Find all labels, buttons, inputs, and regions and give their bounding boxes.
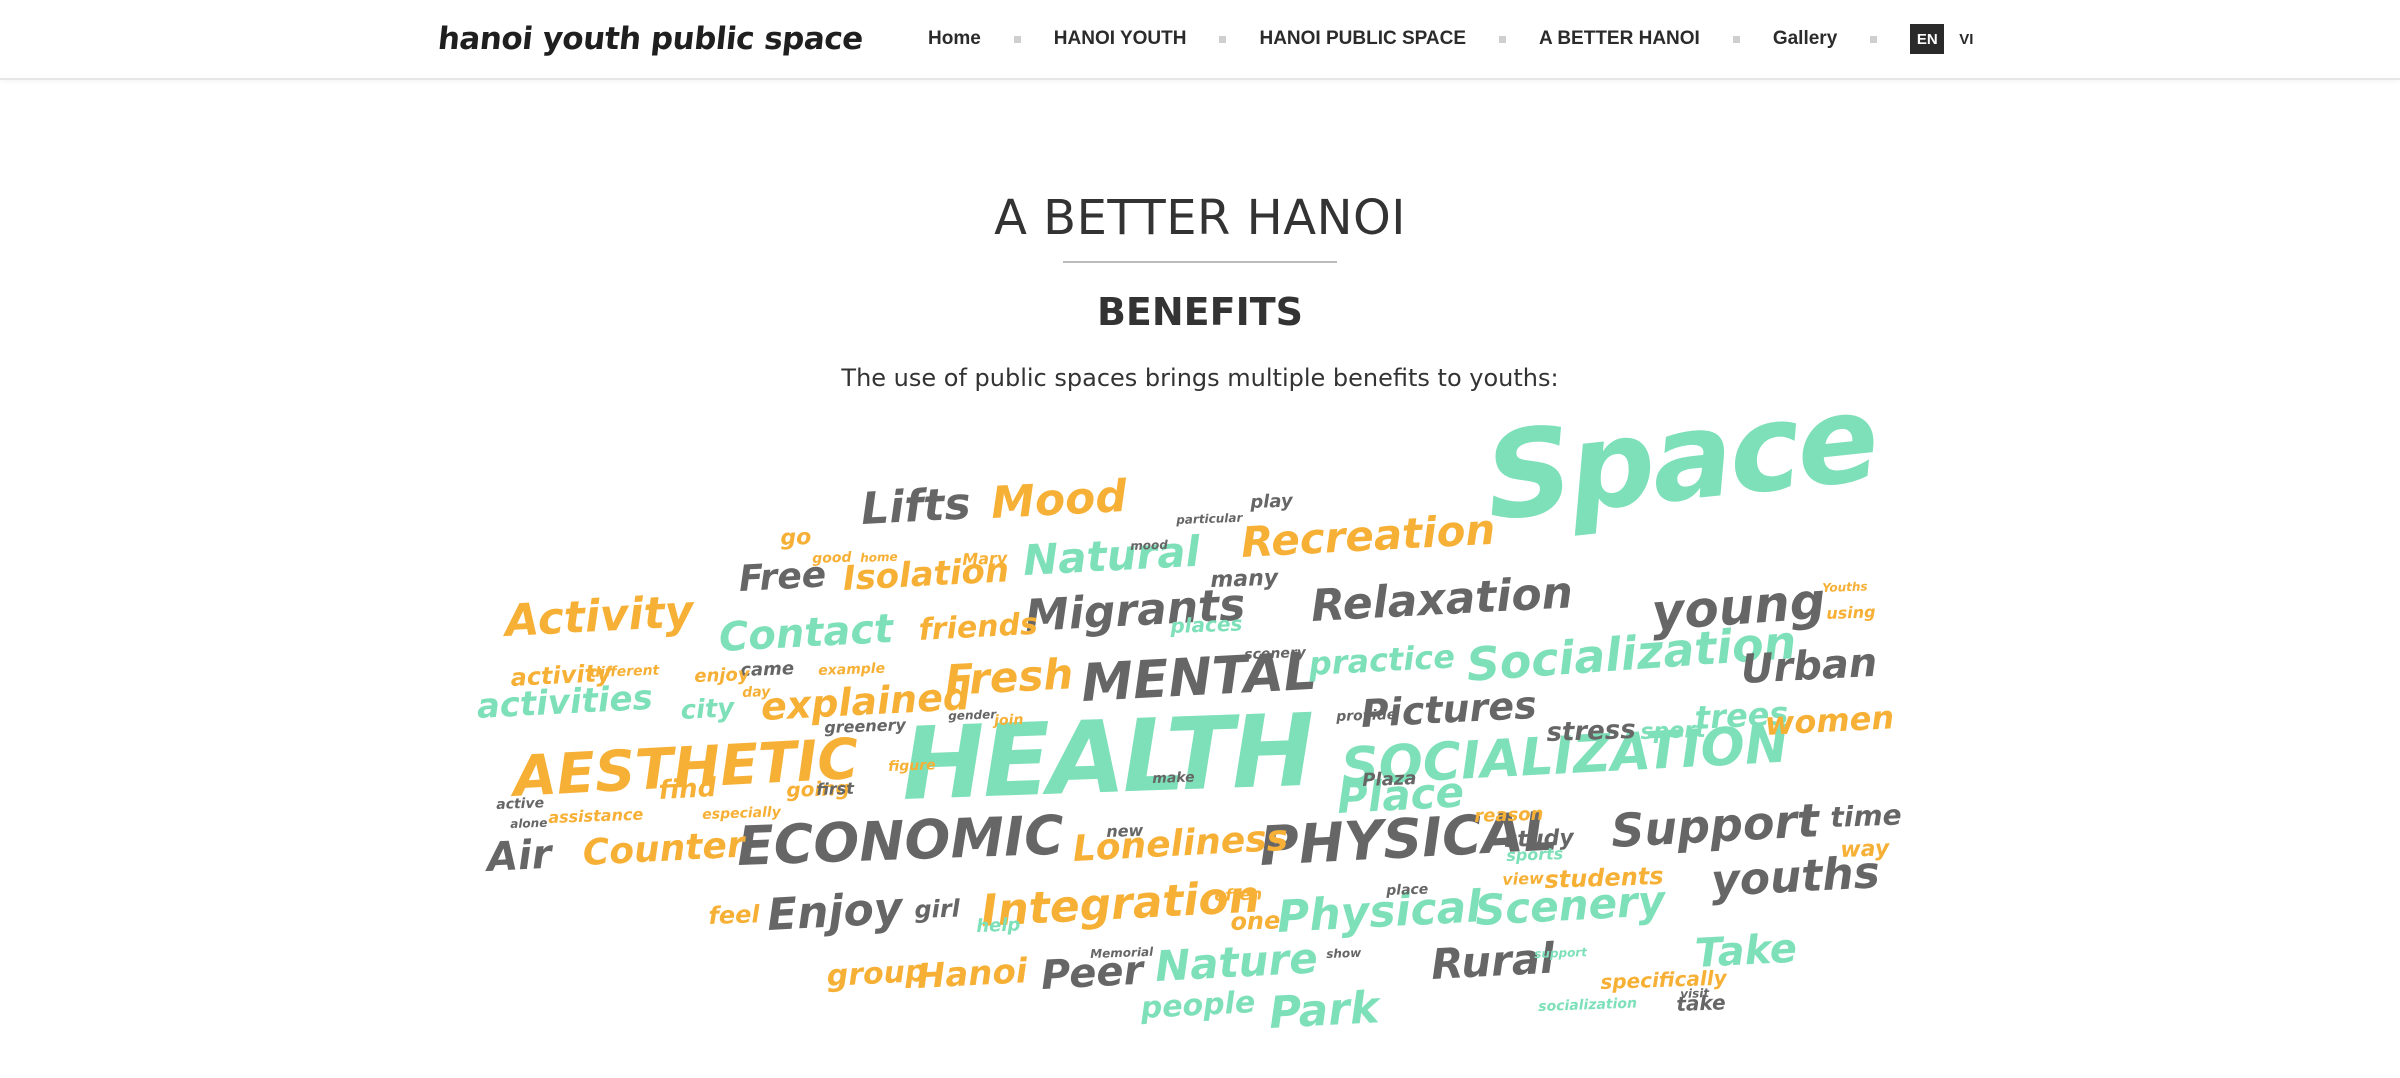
word-cloud-term: using: [1825, 602, 1876, 623]
word-cloud-term: Loneliness: [1071, 817, 1289, 870]
word-cloud-term: Urban: [1739, 639, 1879, 693]
word-cloud-term: girl: [913, 894, 961, 924]
word-cloud-term: reason: [1473, 803, 1544, 827]
word-cloud-term: visit: [1679, 985, 1710, 1001]
word-cloud-term: scenery: [1243, 644, 1307, 663]
word-cloud-term: help: [975, 914, 1021, 937]
word-cloud-term: socialization: [1537, 995, 1638, 1015]
intro-text: The use of public spaces brings multiple…: [841, 364, 1559, 392]
nav-separator: [1013, 35, 1021, 43]
nav-separator: [1219, 35, 1227, 43]
word-cloud-term: time: [1829, 798, 1903, 834]
word-cloud-term: sports: [1505, 844, 1564, 865]
word-cloud-term: home: [859, 549, 898, 565]
word-cloud-term: enjoy: [693, 664, 750, 687]
word-cloud-term: join: [993, 711, 1024, 729]
word-cloud-term: view: [1501, 868, 1545, 889]
word-cloud-term: assistance: [547, 804, 644, 827]
word-cloud-term: Rural: [1429, 933, 1556, 989]
word-cloud-term: new: [1105, 820, 1144, 841]
word-cloud-term: feel: [707, 900, 761, 930]
word-cloud-term: find: [657, 772, 717, 806]
nav-separator: [1870, 35, 1878, 43]
word-cloud-term: often: [1213, 884, 1263, 905]
word-cloud-term: sport: [1639, 717, 1707, 745]
benefits-word-cloud: Space HEALTH SOCIALIZATION Socialization AES…: [440, 369, 1960, 1060]
nav-a-better-hanoi[interactable]: A BETTER HANOI: [1539, 28, 1700, 50]
word-cloud-term: students: [1543, 861, 1664, 894]
nav-separator: [1499, 35, 1507, 43]
word-cloud-term: alone: [509, 815, 548, 831]
word-cloud-term: active: [495, 795, 545, 813]
word-cloud-term: Physical: [1275, 881, 1483, 943]
word-cloud-term: show: [1325, 945, 1362, 961]
word-cloud-term: Park: [1267, 982, 1381, 1039]
word-cloud-term: friends: [917, 606, 1039, 648]
word-cloud-term: Lifts: [859, 478, 972, 535]
title-divider: [1063, 261, 1337, 263]
word-cloud-term: example: [817, 660, 886, 679]
word-cloud-term: figure: [887, 757, 936, 775]
word-cloud-term: Mood: [989, 470, 1129, 529]
word-cloud-term: Mary: [961, 548, 1008, 569]
word-cloud-term: provide: [1335, 706, 1397, 725]
word-cloud-term: many: [1209, 565, 1279, 593]
word-cloud-term: people: [1139, 985, 1257, 1026]
word-cloud-term: women: [1763, 698, 1896, 743]
word-cloud-term: Contact: [717, 605, 895, 661]
word-cloud-term: Support: [1609, 793, 1821, 858]
word-cloud-term: gender: [947, 707, 997, 723]
language-en-button[interactable]: EN: [1910, 24, 1945, 54]
word-cloud-term: places: [1169, 611, 1243, 638]
word-cloud-term: Relaxation: [1309, 567, 1575, 632]
language-vi-button[interactable]: VI: [1959, 31, 1973, 48]
nav-gallery[interactable]: Gallery: [1773, 28, 1837, 50]
word-cloud-term: practice: [1307, 637, 1456, 683]
word-cloud-term: mood: [1129, 537, 1169, 553]
word-cloud-term: Activity: [503, 586, 695, 647]
nav-separator: [1732, 35, 1740, 43]
word-cloud-term: one: [1229, 906, 1281, 936]
word-cloud-term: youths: [1709, 847, 1882, 907]
word-cloud-term: young: [1649, 571, 1828, 642]
word-cloud-term: Youths: [1821, 579, 1868, 595]
word-cloud-term: Nature: [1153, 933, 1319, 991]
word-cloud-term: Air: [485, 831, 553, 881]
word-cloud-term: Recreation: [1239, 504, 1497, 567]
word-cloud-term: place: [1385, 881, 1429, 899]
nav-home[interactable]: Home: [928, 28, 981, 50]
word-cloud-term: support: [1533, 945, 1588, 961]
word-cloud-term: group: [825, 953, 928, 994]
word-cloud-term: day: [741, 684, 771, 701]
word-cloud-term: Hanoi: [915, 951, 1029, 997]
site-logo[interactable]: hanoi youth public space: [436, 18, 865, 60]
section-title: BENEFITS: [1096, 290, 1304, 334]
top-navigation-bar: hanoi youth public space Home HANOI YOUT…: [0, 0, 2400, 80]
word-cloud-term: first: [815, 778, 855, 799]
word-cloud-term: make: [1151, 769, 1195, 787]
word-cloud-term: Memorial: [1089, 944, 1154, 961]
word-cloud-term: Space: [1478, 369, 1883, 549]
word-cloud-term: play: [1249, 490, 1294, 513]
word-cloud-term: Counter: [581, 824, 746, 874]
word-cloud-term: ECONOMIC: [735, 803, 1065, 878]
page-title: A BETTER HANOI: [994, 190, 1406, 246]
word-cloud-term: stress: [1545, 714, 1637, 748]
word-cloud-term: different: [589, 662, 660, 681]
word-cloud-term: greenery: [823, 715, 907, 737]
word-cloud-term: good: [811, 549, 852, 567]
word-cloud-term: especially: [701, 804, 782, 823]
word-cloud-term: particular: [1175, 510, 1243, 527]
word-cloud-term: Plaza: [1361, 768, 1417, 791]
nav-hanoi-public-space[interactable]: HANOI PUBLIC SPACE: [1259, 28, 1466, 50]
word-cloud-term: go: [779, 524, 812, 551]
nav-hanoi-youth[interactable]: HANOI YOUTH: [1054, 28, 1187, 50]
main-nav: Home HANOI YOUTH HANOI PUBLIC SPACE A BE…: [928, 0, 1973, 78]
word-cloud-term: Natural: [1021, 526, 1202, 585]
word-cloud-term: Enjoy: [765, 882, 904, 941]
word-cloud-term: city: [679, 693, 736, 726]
